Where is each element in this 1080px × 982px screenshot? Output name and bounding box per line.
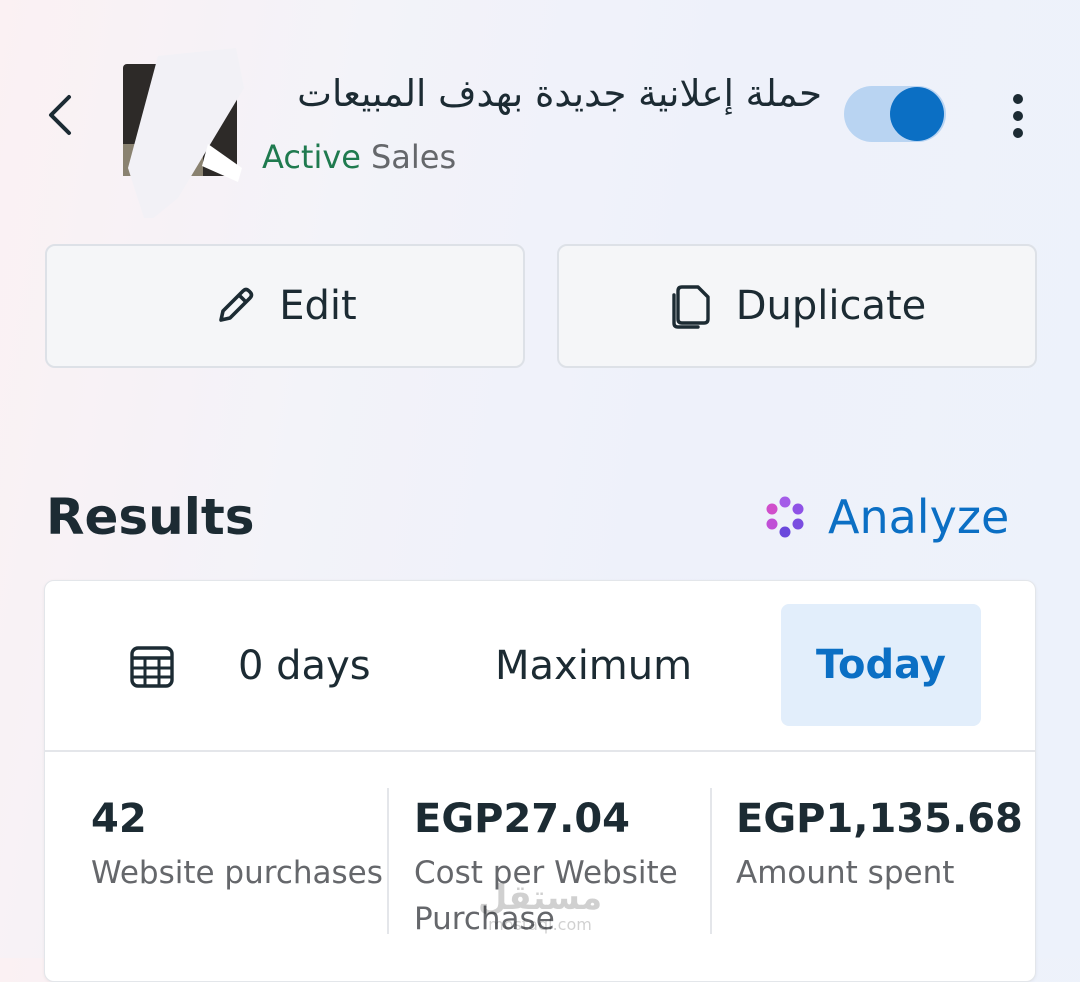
chevron-left-icon — [49, 95, 71, 135]
results-heading: Results — [46, 488, 255, 546]
card-divider — [44, 750, 1036, 752]
campaign-title: حملة إعلانية جديدة بهدف المبيعات — [297, 72, 822, 115]
campaign-thumbnail — [123, 48, 244, 218]
metric-value-purchases: 42 — [91, 796, 147, 842]
edit-button[interactable]: Edit — [45, 244, 525, 368]
sparkle-icon — [766, 496, 804, 538]
edit-label: Edit — [279, 283, 357, 329]
metric-separator — [710, 788, 712, 934]
watermark-arabic: مستقل — [477, 878, 603, 918]
date-option-today[interactable]: Today — [781, 604, 981, 726]
watermark-latin: mostaql.com — [488, 915, 592, 934]
duplicate-label: Duplicate — [735, 283, 927, 329]
more-options-button[interactable] — [998, 88, 1038, 144]
duplicate-button[interactable]: Duplicate — [557, 244, 1037, 368]
date-option-0-days[interactable]: 0 days — [238, 643, 371, 689]
back-button[interactable] — [38, 88, 82, 142]
metric-label-purchases: Website purchases — [91, 855, 383, 891]
calendar-icon[interactable] — [128, 643, 176, 691]
analyze-button[interactable]: Analyze — [762, 490, 1009, 544]
more-vertical-icon — [1013, 94, 1023, 104]
metric-label-amount-spent: Amount spent — [736, 855, 955, 891]
more-dot — [1013, 128, 1023, 138]
toggle-knob — [890, 87, 944, 141]
date-option-today-label: Today — [816, 642, 946, 688]
campaign-toggle[interactable] — [844, 86, 946, 142]
date-option-maximum[interactable]: Maximum — [495, 643, 692, 689]
analyze-label: Analyze — [828, 490, 1010, 544]
pencil-icon — [219, 287, 254, 322]
watermark: مستقل mostaql.com — [470, 880, 610, 940]
objective-label: Sales — [370, 138, 457, 176]
campaign-status-line: Active Sales — [262, 138, 456, 176]
metric-value-cost-per-purchase: EGP27.04 — [414, 796, 630, 842]
metric-value-amount-spent: EGP1,135.68 — [736, 796, 1023, 842]
metric-separator — [387, 788, 389, 934]
more-dot — [1013, 111, 1023, 121]
copy-icon — [672, 285, 710, 329]
status-active-label: Active — [262, 138, 361, 176]
